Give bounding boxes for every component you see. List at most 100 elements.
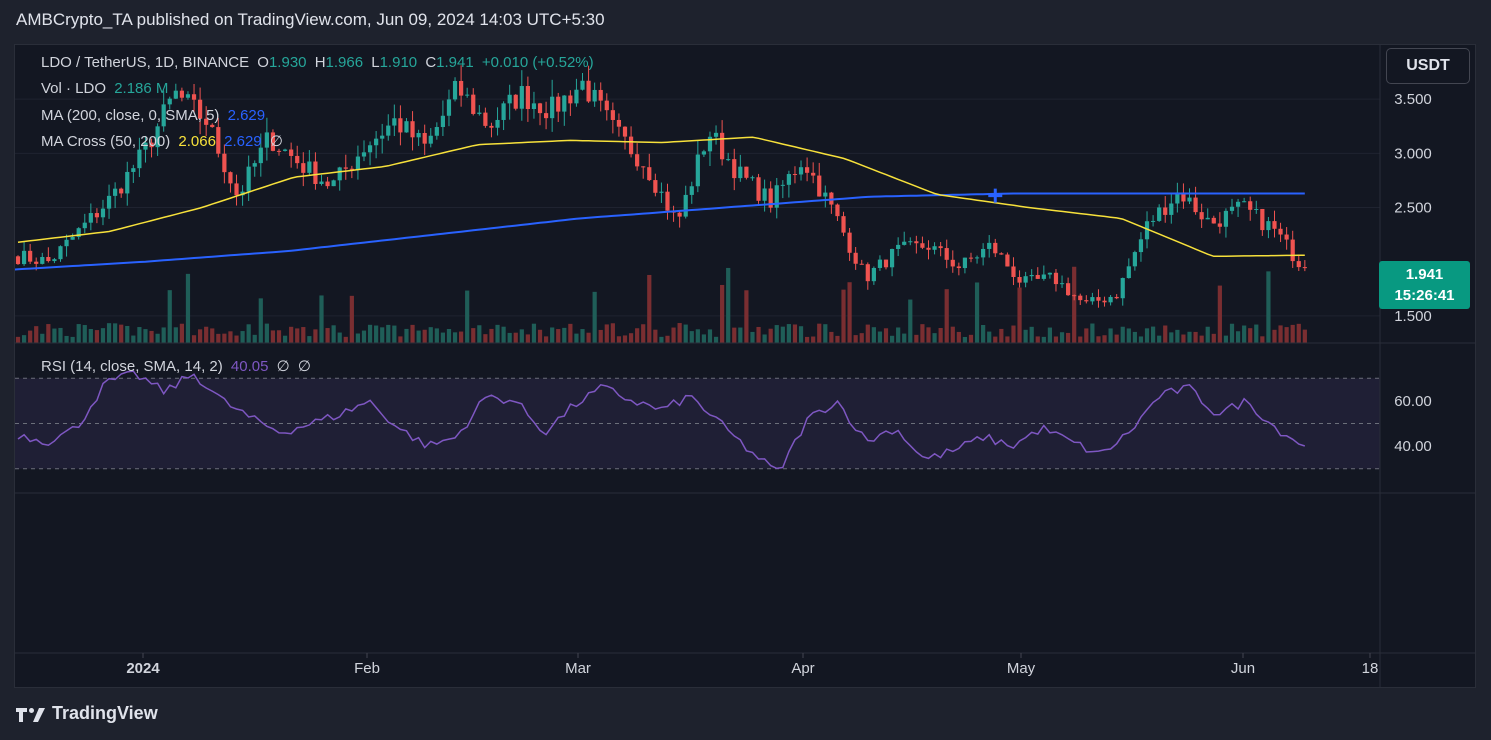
candle-body — [1199, 212, 1204, 220]
ma-label[interactable]: MA (200, close, 0, SMA, 5) — [41, 107, 219, 124]
candle-body — [459, 80, 464, 96]
volume-bar — [161, 327, 166, 343]
volume-bar — [1066, 332, 1071, 343]
volume-bar — [234, 335, 239, 343]
volume-bar — [519, 329, 524, 343]
candle-body — [786, 174, 791, 185]
time-tick-label: 18 — [1362, 660, 1379, 677]
candle-body — [835, 204, 840, 217]
ma-cross-label[interactable]: MA Cross (50, 200) — [41, 133, 170, 150]
candle-body — [222, 153, 227, 173]
candle-body — [167, 98, 172, 105]
volume-bar — [1223, 335, 1229, 343]
tradingview-logo[interactable]: TradingView — [16, 703, 158, 724]
volume-bar — [889, 335, 895, 343]
candle-body — [908, 241, 913, 243]
symbol-name[interactable]: LDO / TetherUS, 1D, BINANCE — [41, 54, 249, 71]
candle-body — [1114, 296, 1119, 299]
rsi-value: 40.05 — [230, 358, 269, 375]
volume-bar — [380, 327, 385, 343]
candle-body — [859, 263, 864, 265]
volume-bar — [1144, 328, 1150, 343]
volume-bar — [149, 330, 154, 343]
volume-bar — [550, 327, 555, 343]
close-label: C — [425, 54, 437, 71]
candle-body — [252, 163, 257, 167]
rsi-label[interactable]: RSI (14, close, SMA, 14, 2) — [41, 358, 223, 375]
volume-legend[interactable]: Vol · LDO 2.186 M — [41, 79, 172, 99]
candle-body — [750, 177, 755, 179]
candle-body — [695, 154, 700, 187]
candle-body — [968, 257, 974, 259]
ma-cross-legend[interactable]: MA Cross (50, 200) 2.066 2.629 ∅ — [41, 132, 287, 152]
volume-bar — [416, 330, 421, 343]
candle-body — [1126, 266, 1131, 279]
volume-bar — [713, 336, 719, 343]
volume-bar — [246, 324, 251, 343]
candle-body — [853, 252, 858, 264]
volume-bar — [422, 329, 427, 343]
candle-body — [1187, 197, 1192, 202]
chart-frame[interactable]: 3.500 3.000 2.500 1.500 60.00 40.00 2024 Feb M… — [14, 44, 1476, 688]
volume-bar — [641, 324, 646, 343]
candle-body — [343, 167, 348, 169]
volume-bar — [902, 333, 907, 343]
candle-body — [313, 161, 318, 184]
candle-body — [841, 216, 846, 233]
volume-bar — [604, 324, 609, 343]
volume-bar — [962, 336, 968, 343]
volume-bar — [1157, 335, 1162, 343]
volume-bar — [568, 323, 573, 343]
candle-body — [1217, 223, 1222, 227]
candle-body — [52, 259, 57, 262]
volume-bar — [1242, 325, 1247, 343]
candle-body — [100, 208, 106, 218]
candle-body — [307, 161, 312, 173]
candle-body — [1290, 239, 1295, 262]
candle-body — [1072, 295, 1077, 297]
ma-cross-null: ∅ — [269, 133, 283, 150]
volume-bar — [829, 331, 834, 343]
symbol-legend[interactable]: LDO / TetherUS, 1D, BINANCE O1.930 H1.96… — [41, 53, 598, 73]
volume-bar — [938, 328, 943, 343]
volume-value: 2.186 M — [114, 80, 169, 97]
volume-bar — [562, 327, 567, 343]
volume-bar — [1284, 327, 1289, 343]
volume-bar — [70, 336, 75, 343]
candle-body — [191, 94, 197, 100]
volume-bar — [774, 325, 779, 343]
volume-bar — [507, 332, 512, 343]
volume-bar — [276, 330, 282, 343]
candle-body — [1260, 208, 1265, 231]
candle-body — [537, 103, 543, 114]
volume-bar — [835, 335, 840, 343]
volume-bar — [386, 324, 391, 343]
currency-button[interactable]: USDT — [1386, 48, 1470, 84]
candle-body — [1053, 272, 1059, 285]
volume-bar — [137, 327, 142, 343]
open-label: O — [257, 54, 269, 71]
volume-bar — [1053, 336, 1059, 343]
candle-body — [507, 94, 512, 104]
volume-bar — [556, 329, 561, 343]
ma-legend[interactable]: MA (200, close, 0, SMA, 5) 2.629 — [41, 106, 269, 126]
volume-label[interactable]: Vol · LDO — [41, 80, 106, 97]
candle-body — [94, 213, 100, 218]
volume-bar — [823, 324, 828, 343]
candle-body — [1138, 239, 1144, 253]
volume-bar — [1047, 327, 1052, 343]
candle-body — [622, 126, 628, 137]
volume-bar — [1163, 325, 1168, 343]
candle-body — [823, 192, 828, 197]
candle-body — [28, 250, 33, 262]
volume-bar — [52, 328, 57, 343]
candle-body — [1242, 201, 1247, 203]
volume-bar — [355, 333, 361, 343]
volume-bar — [896, 327, 901, 343]
candle-body — [440, 115, 445, 128]
volume-bar — [1248, 328, 1253, 343]
rsi-legend[interactable]: RSI (14, close, SMA, 14, 2) 40.05 ∅ ∅ — [41, 357, 315, 377]
volume-bar — [1278, 325, 1283, 343]
volume-bar — [198, 329, 203, 343]
volume-bar — [1017, 287, 1022, 343]
